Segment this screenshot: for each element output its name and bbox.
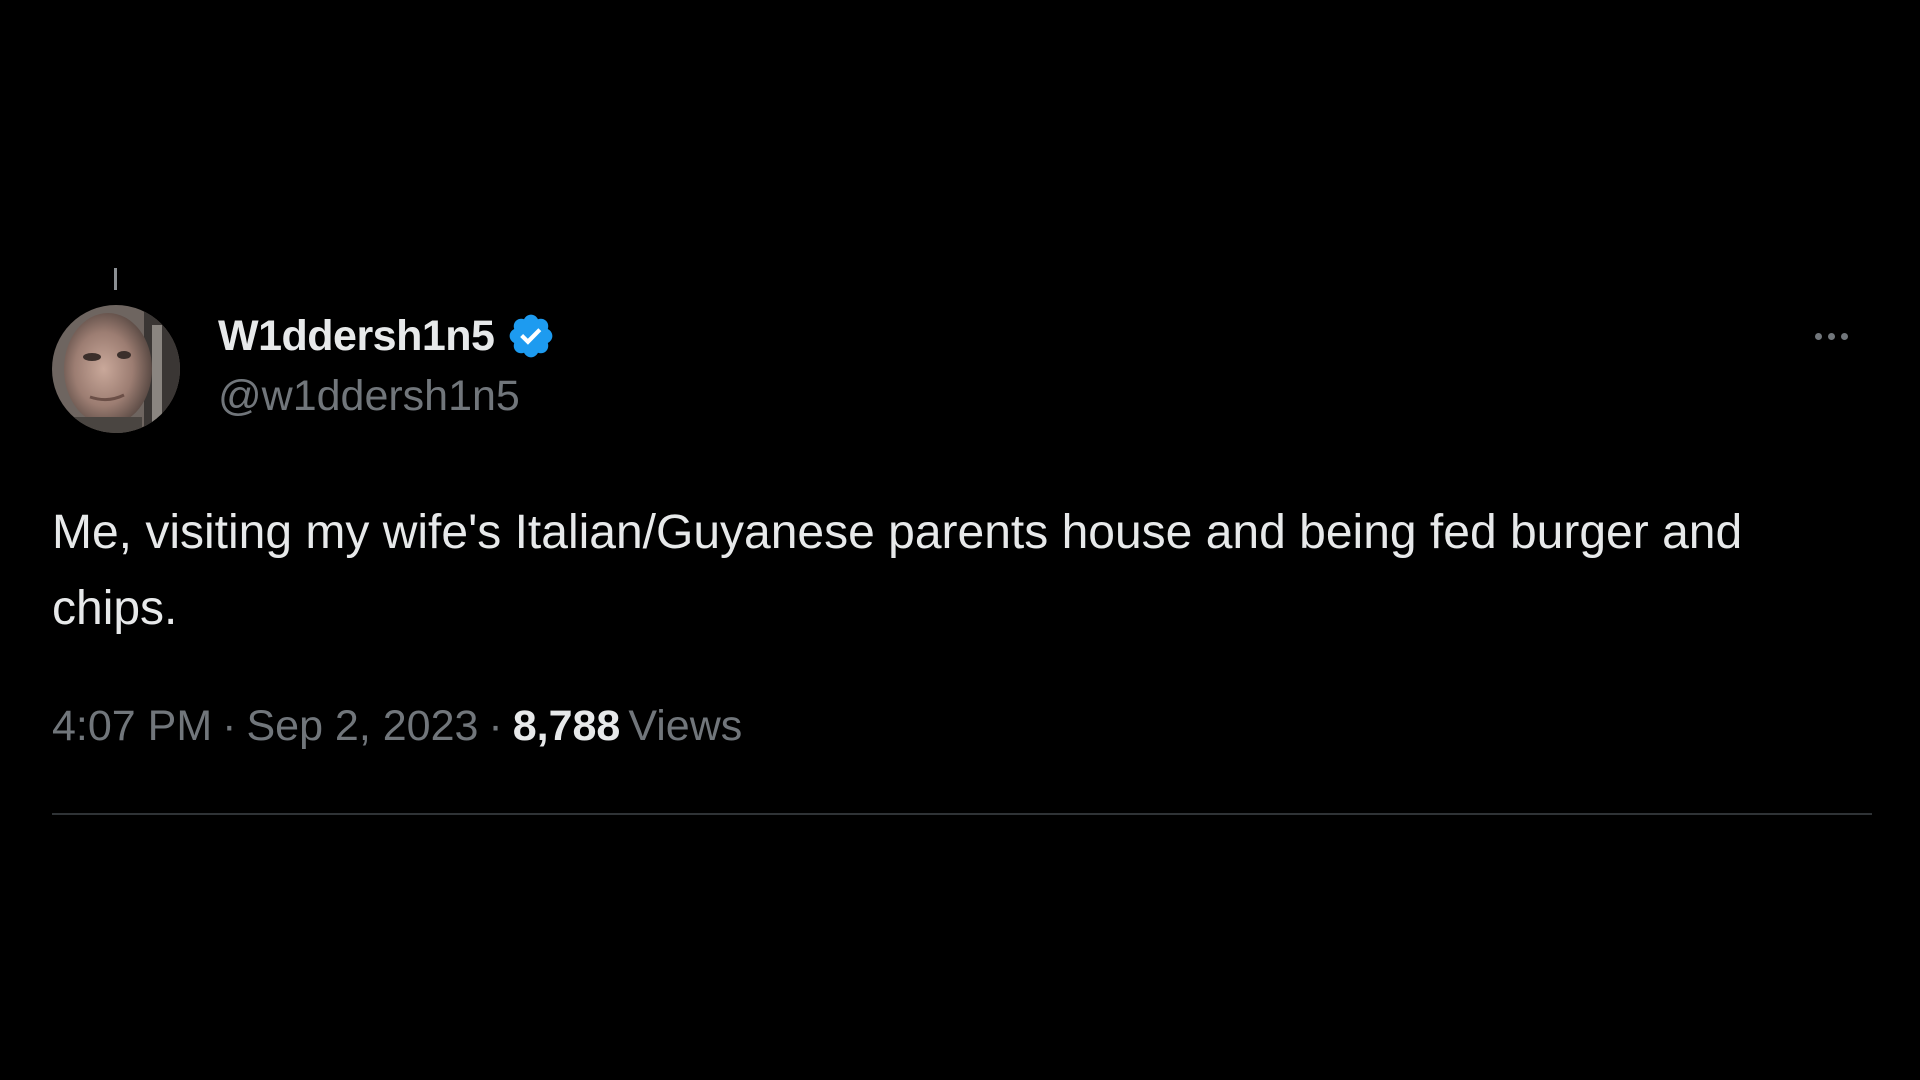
author-display-name[interactable]: W1ddersh1n5 xyxy=(218,312,495,361)
tweet-time[interactable]: 4:07 PM xyxy=(52,702,212,750)
more-options-button[interactable] xyxy=(1812,318,1872,354)
meta-separator: · xyxy=(488,702,503,750)
divider xyxy=(52,813,1872,815)
views-count[interactable]: 8,788 xyxy=(513,702,621,750)
more-horizontal-icon xyxy=(1812,332,1851,340)
tweet-date[interactable]: Sep 2, 2023 xyxy=(246,702,478,750)
avatar[interactable] xyxy=(52,305,180,433)
author-handle[interactable]: @w1ddersh1n5 xyxy=(218,372,556,421)
views-label: Views xyxy=(628,702,743,750)
author-name-row: W1ddersh1n5 xyxy=(218,310,556,362)
verified-badge-icon[interactable] xyxy=(506,311,556,361)
tweet-text: Me, visiting my wife's Italian/Guyanese … xyxy=(52,506,1743,635)
avatar-photo xyxy=(52,305,180,433)
thread-connector-line xyxy=(114,268,117,290)
meta-separator: · xyxy=(222,702,237,750)
tweet-metadata: 4:07 PM · Sep 2, 2023 · 8,788 Views xyxy=(52,702,742,751)
author-info: W1ddersh1n5 @w1ddersh1n5 xyxy=(218,310,556,421)
tweet-detail: W1ddersh1n5 @w1ddersh1n5 Me, visiting my… xyxy=(0,0,1920,1080)
